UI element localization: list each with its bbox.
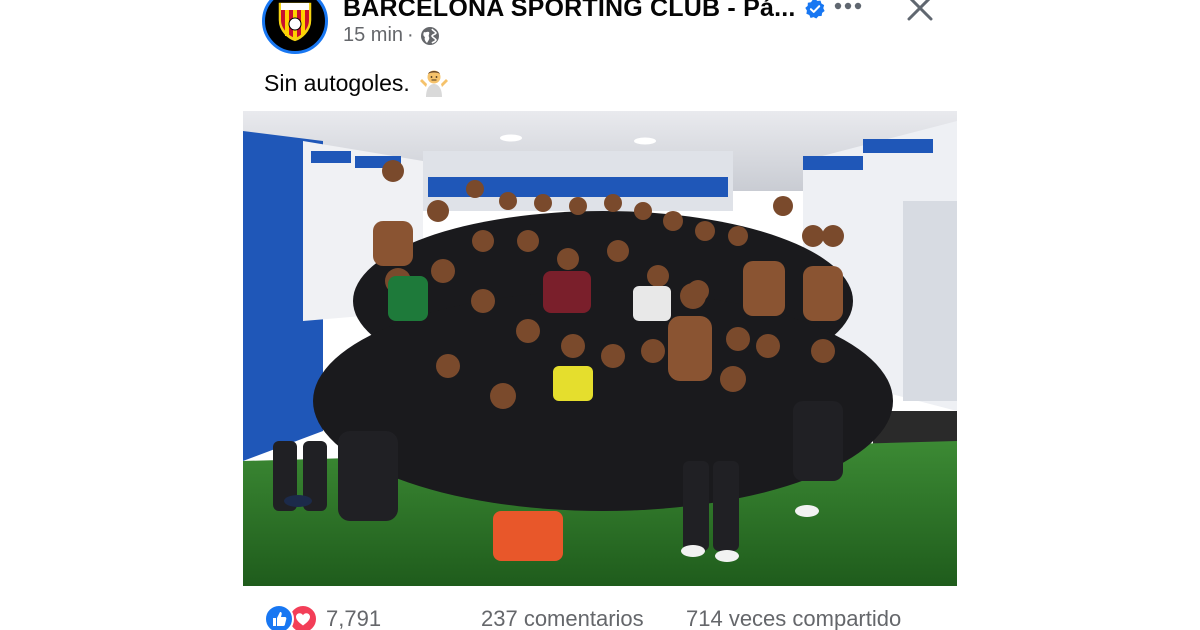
facebook-post: BARCELONA SPORTING CLUB - Pá... 15 min ·… [0,0,1200,630]
page-name-link[interactable]: BARCELONA SPORTING CLUB - Pá... [343,0,826,23]
verified-badge-icon [804,0,825,19]
page-avatar[interactable] [262,0,328,54]
post-meta: 15 min · [343,24,440,47]
globe-icon [420,26,439,45]
comments-count-link[interactable]: 237 comentarios [481,606,644,630]
page-name-text[interactable]: BARCELONA SPORTING CLUB - Pá... [343,0,796,23]
post-photo-image [243,111,957,586]
caption-text: Sin autogoles. [264,69,410,96]
post-timestamp[interactable]: 15 min [343,24,403,47]
reaction-count[interactable]: 7,791 [326,606,381,630]
close-icon[interactable] [904,0,936,24]
shares-count-link[interactable]: 714 veces compartido [686,606,901,630]
more-options-button[interactable] [830,0,866,16]
like-icon [264,604,294,630]
more-options-icon [834,2,862,10]
reactions-summary[interactable]: 7,791 [264,604,381,630]
team-celebration-locker-room-photo[interactable] [243,111,957,586]
person-shrugging-emoji [419,70,448,97]
meta-separator: · [407,24,414,46]
post-caption: Sin autogoles. [264,68,450,98]
bsc-crest-logo [277,1,313,43]
